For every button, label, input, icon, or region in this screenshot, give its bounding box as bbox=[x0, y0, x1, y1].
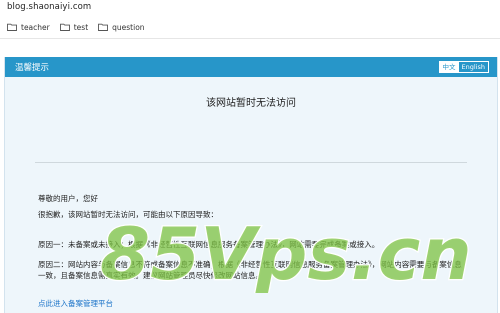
folder-icon bbox=[7, 23, 17, 31]
bookmark-label: test bbox=[73, 22, 89, 32]
reason-two-text: 原因二：网站内容与备案信息不符或备案信息不准确；根据《非经营性互联网信息服务备案… bbox=[38, 260, 462, 280]
intro-text: 很抱歉，该网站暂时无法访问，可能由以下原因导致： bbox=[38, 210, 218, 219]
bookmark-question[interactable]: question bbox=[98, 22, 145, 32]
folder-icon bbox=[59, 23, 70, 31]
notice-panel: 温馨提示 中文 English 该网站暂时无法访问 尊敬的用户，您好 很抱歉，该… bbox=[4, 57, 498, 313]
bookmarks-bar: teacher test question bbox=[7, 20, 145, 34]
notice-header-title: 温馨提示 bbox=[15, 63, 50, 73]
lang-chinese-button[interactable]: 中文 bbox=[439, 62, 459, 72]
lang-english-button[interactable]: English bbox=[459, 62, 488, 72]
page-title: 该网站暂时无法访问 bbox=[206, 98, 296, 109]
folder-icon bbox=[98, 23, 109, 31]
browser-chrome: blog.shaonaiyi.com teacher test question bbox=[0, 0, 500, 39]
language-switch: 中文 English bbox=[438, 61, 489, 73]
title-divider bbox=[35, 162, 467, 163]
notice-header: 温馨提示 中文 English bbox=[5, 57, 497, 77]
bookmark-test[interactable]: test bbox=[59, 22, 89, 32]
bookmark-label: question bbox=[112, 22, 145, 32]
bookmark-teacher[interactable]: teacher bbox=[7, 23, 50, 32]
greeting-text: 尊敬的用户，您好 bbox=[38, 194, 98, 203]
record-platform-link[interactable]: 点此进入备案管理平台 bbox=[38, 298, 113, 309]
bookmark-label: teacher bbox=[21, 22, 50, 32]
address-bar[interactable]: blog.shaonaiyi.com bbox=[7, 2, 91, 12]
reason-one-text: 原因一：未备案或未接入；根据《非经营性互联网信息服务备案管理办法》，网站需要完成… bbox=[38, 240, 380, 249]
